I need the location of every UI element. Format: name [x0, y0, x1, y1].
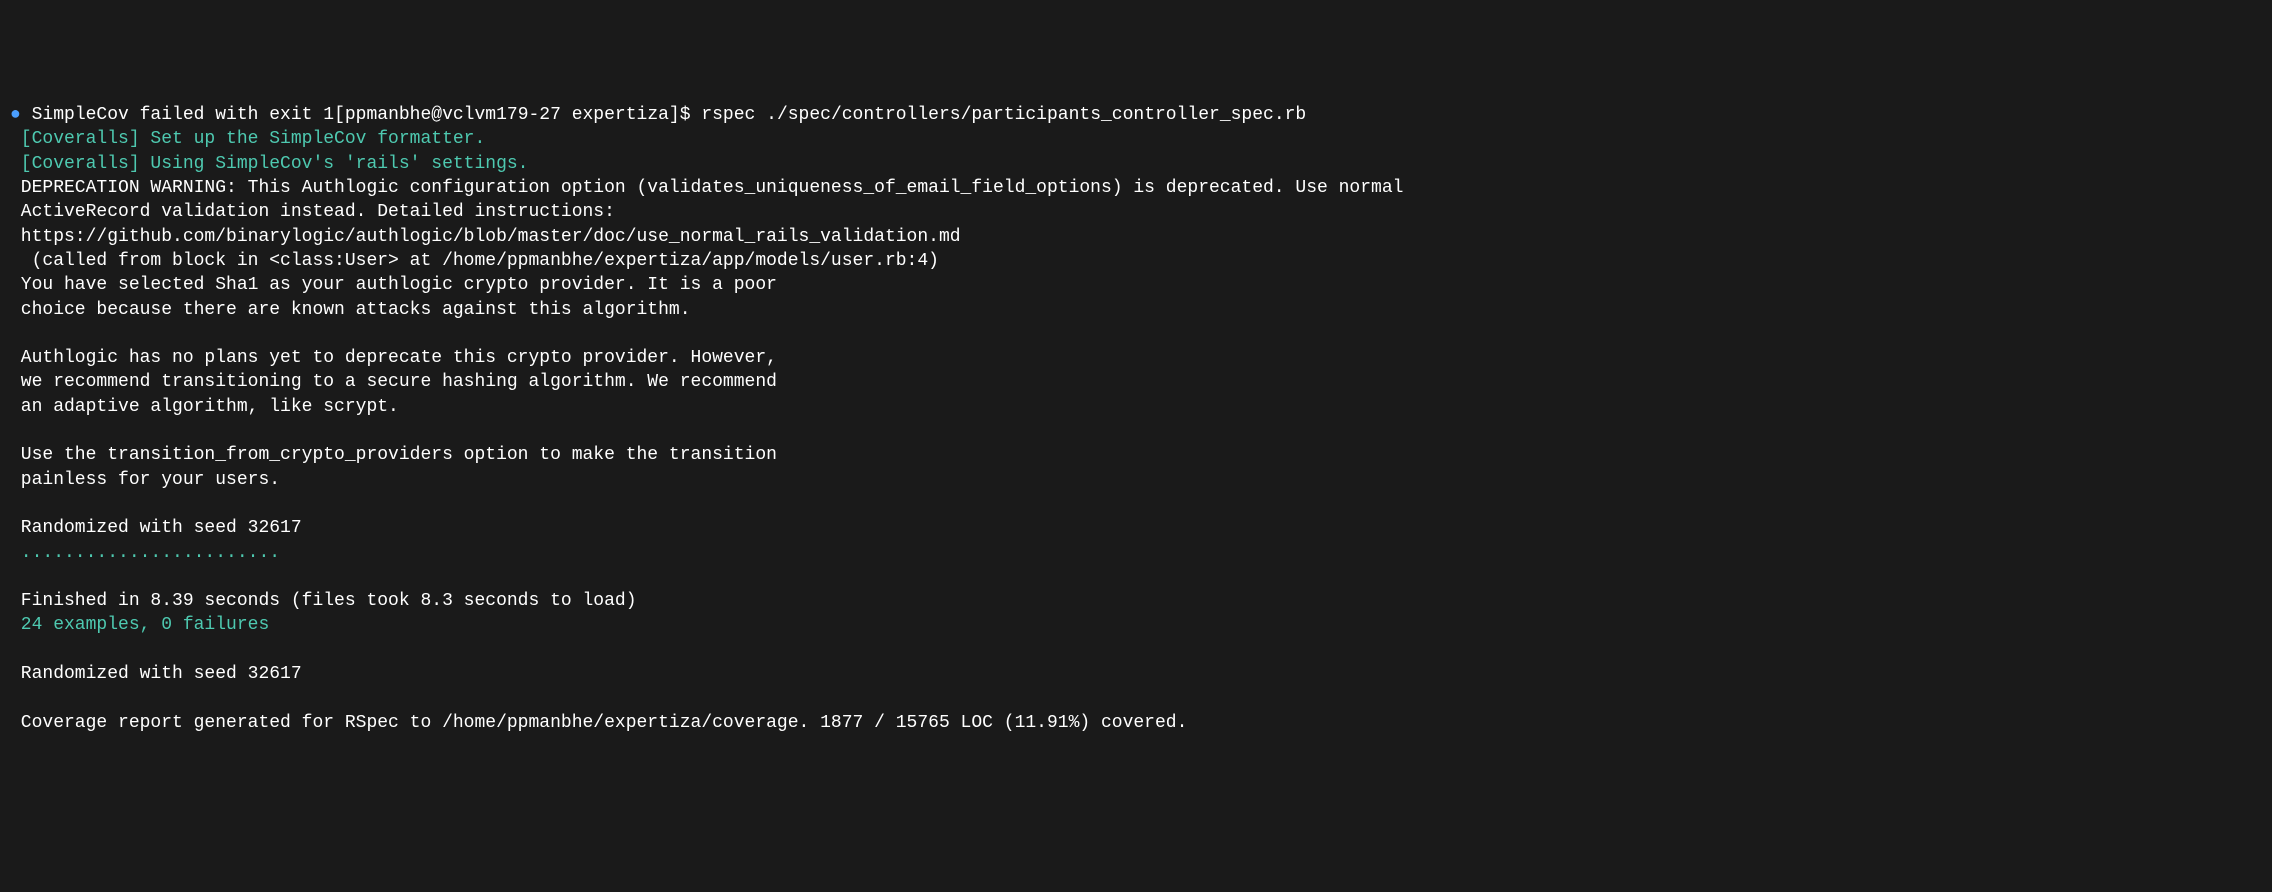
blank-line: [10, 565, 2262, 589]
output-line: You have selected Sha1 as your authlogic…: [10, 273, 2262, 297]
output-line: Use the transition_from_crypto_providers…: [10, 443, 2262, 467]
output-line: we recommend transitioning to a secure h…: [10, 370, 2262, 394]
coveralls-setup-line: [Coveralls] Set up the SimpleCov formatt…: [10, 127, 2262, 151]
coverage-report-line: Coverage report generated for RSpec to /…: [10, 711, 2262, 735]
test-progress-dots: ........................: [10, 541, 2262, 565]
output-line: choice because there are known attacks a…: [10, 298, 2262, 322]
blank-line: [10, 638, 2262, 662]
seed-line: Randomized with seed 32617: [10, 662, 2262, 686]
terminal-line: ● SimpleCov failed with exit 1[ppmanbhe@…: [10, 103, 2262, 127]
test-results-line: 24 examples, 0 failures: [10, 613, 2262, 637]
output-line: painless for your users.: [10, 468, 2262, 492]
url-line: https://github.com/binarylogic/authlogic…: [10, 225, 2262, 249]
seed-line: Randomized with seed 32617: [10, 516, 2262, 540]
coveralls-settings-line: [Coveralls] Using SimpleCov's 'rails' se…: [10, 152, 2262, 176]
blank-line: [10, 419, 2262, 443]
terminal-output[interactable]: ● SimpleCov failed with exit 1[ppmanbhe@…: [10, 103, 2262, 735]
blank-line: [10, 686, 2262, 710]
output-line: ActiveRecord validation instead. Detaile…: [10, 200, 2262, 224]
bullet-icon: ●: [10, 105, 21, 125]
deprecation-warning-line: DEPRECATION WARNING: This Authlogic conf…: [10, 176, 2262, 200]
output-line: (called from block in <class:User> at /h…: [10, 249, 2262, 273]
prompt-text: SimpleCov failed with exit 1[ppmanbhe@vc…: [21, 105, 702, 125]
command-text: rspec ./spec/controllers/participants_co…: [701, 105, 1306, 125]
finished-line: Finished in 8.39 seconds (files took 8.3…: [10, 589, 2262, 613]
output-line: an adaptive algorithm, like scrypt.: [10, 395, 2262, 419]
blank-line: [10, 492, 2262, 516]
output-line: Authlogic has no plans yet to deprecate …: [10, 346, 2262, 370]
blank-line: [10, 322, 2262, 346]
